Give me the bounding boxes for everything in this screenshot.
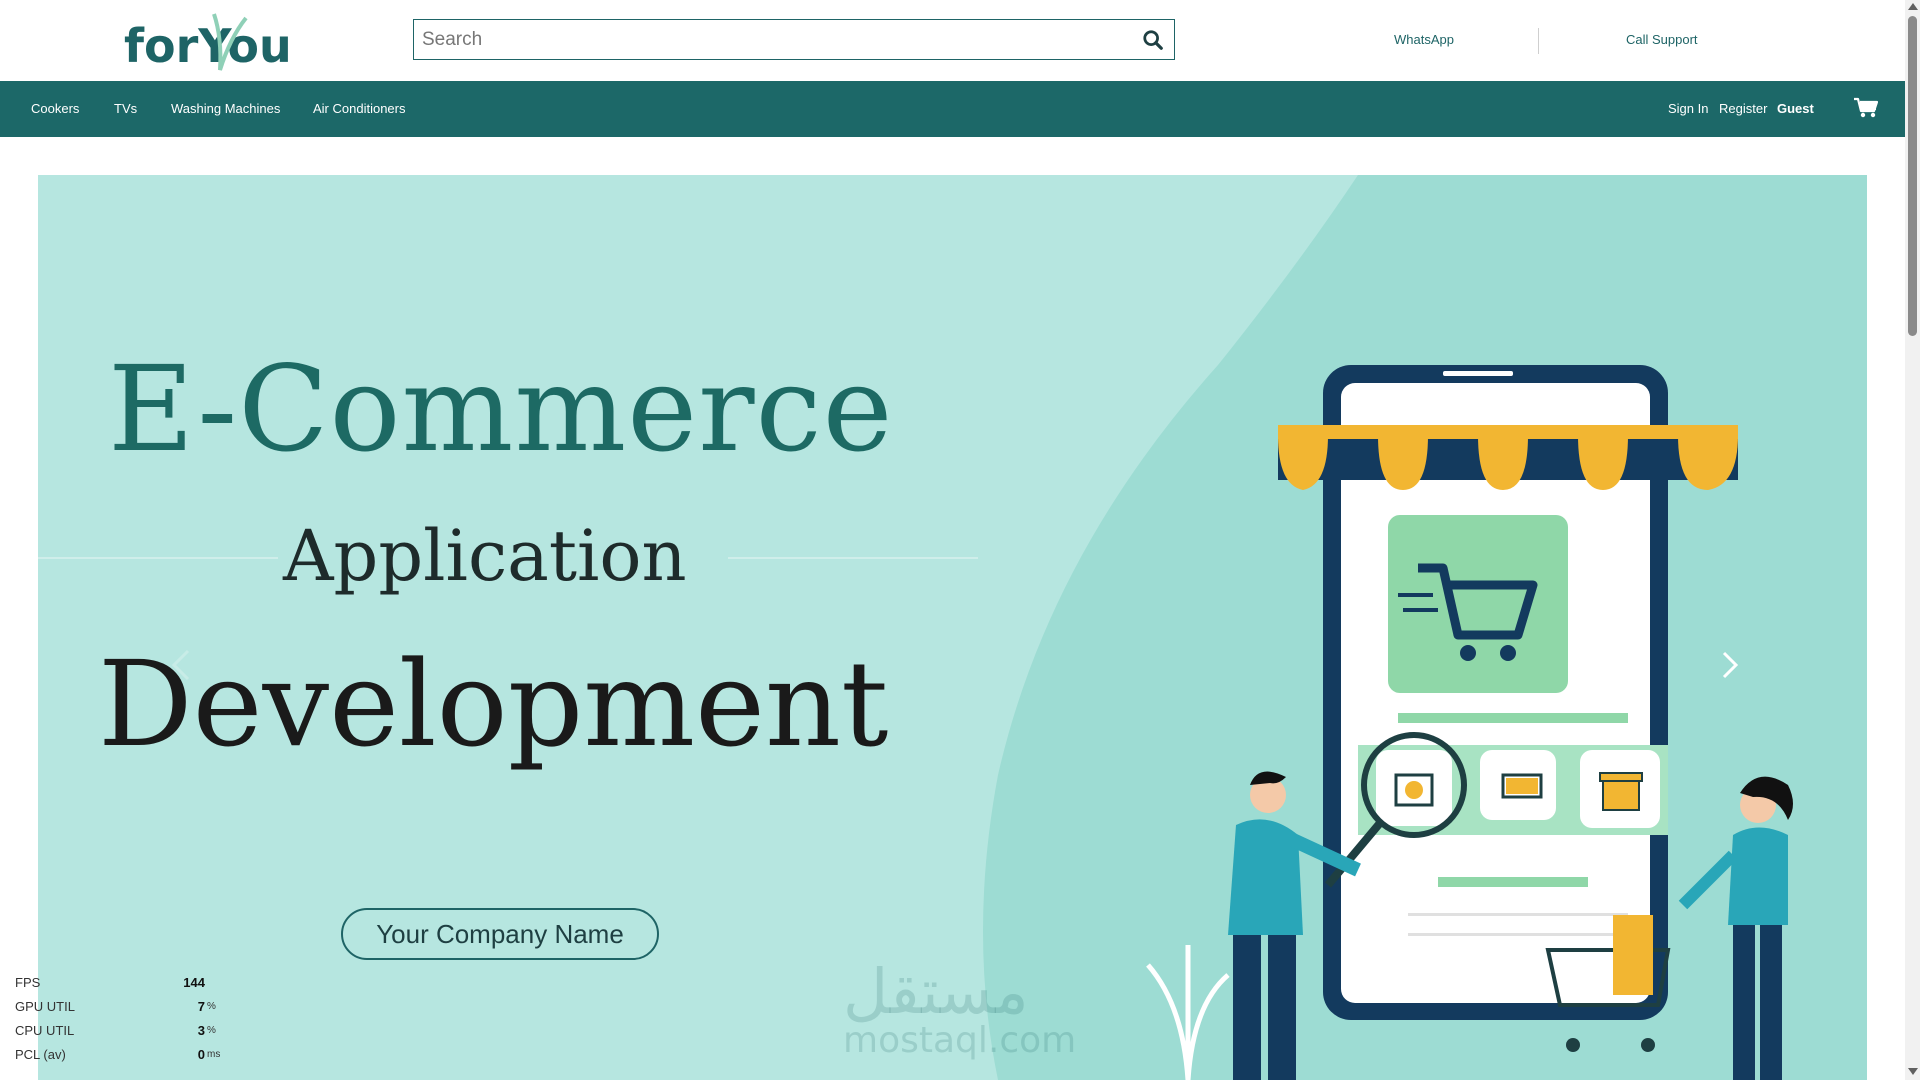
perf-unit: % (207, 1025, 216, 1036)
search-box (413, 19, 1175, 60)
whatsapp-link[interactable]: WhatsApp (1394, 32, 1454, 47)
perf-value: 144 (183, 975, 205, 990)
perf-row-fps: FPS 144 (15, 975, 215, 999)
perf-row-pcl: PCL (av) 0 ms (15, 1047, 220, 1071)
site-header: forYou WhatsApp Call Support (0, 0, 1905, 81)
hero-title-line-1: E-Commerce (108, 340, 894, 478)
logo[interactable]: forYou (122, 8, 290, 74)
perf-value: 0 (197, 1047, 205, 1062)
hero-title-line-3: Development (98, 635, 889, 773)
perf-label: PCL (av) (15, 1047, 66, 1062)
category-nav: Cookers TVs Washing Machines Air Conditi… (0, 81, 1905, 137)
search-input[interactable] (414, 20, 1114, 59)
shop-illustration (1146, 365, 1793, 1080)
register-link[interactable]: Register (1719, 101, 1767, 116)
perf-unit: % (207, 1001, 216, 1012)
perf-value: 3 (197, 1023, 205, 1038)
chevron-left-icon[interactable] (168, 645, 194, 685)
nav-item-tvs[interactable]: TVs (114, 101, 137, 116)
perf-label: FPS (15, 975, 41, 990)
perf-value: 7 (197, 999, 205, 1014)
nav-item-air-conditioners[interactable]: Air Conditioners (313, 101, 406, 116)
perf-row-gpu: GPU UTIL 7 % (15, 999, 216, 1023)
scroll-up-arrow-icon[interactable] (1908, 3, 1918, 10)
hero-banner[interactable]: E-Commerce Application Development Your … (38, 175, 1867, 1080)
logo-text: forYou (124, 19, 290, 73)
user-name[interactable]: Guest (1777, 101, 1814, 116)
header-divider (1538, 28, 1539, 54)
watermark-arabic: مستقل (843, 955, 1029, 1028)
decorative-line (728, 557, 978, 559)
perf-label: CPU UTIL (15, 1023, 75, 1038)
perf-row-cpu: CPU UTIL 3 % (15, 1023, 216, 1047)
nav-item-cookers[interactable]: Cookers (31, 101, 79, 116)
hero-title-line-2: Application (283, 515, 687, 597)
scroll-down-arrow-icon[interactable] (1908, 1068, 1918, 1075)
search-icon[interactable] (1142, 29, 1164, 51)
vertical-scrollbar[interactable] (1905, 0, 1920, 1080)
sign-in-link[interactable]: Sign In (1668, 101, 1708, 116)
perf-unit: ms (207, 1049, 221, 1060)
cart-icon[interactable] (1854, 97, 1878, 119)
watermark-url: mostaql.com (843, 1020, 1077, 1061)
scroll-thumb[interactable] (1908, 16, 1917, 336)
perf-label: GPU UTIL (15, 999, 75, 1014)
nav-item-washing-machines[interactable]: Washing Machines (171, 101, 280, 116)
company-name-button[interactable]: Your Company Name (341, 908, 659, 960)
call-support-link[interactable]: Call Support (1626, 32, 1698, 47)
performance-overlay: FPS 144 GPU UTIL 7 % CPU UTIL 3 % PCL (a… (15, 975, 220, 1071)
decorative-line (38, 557, 278, 559)
